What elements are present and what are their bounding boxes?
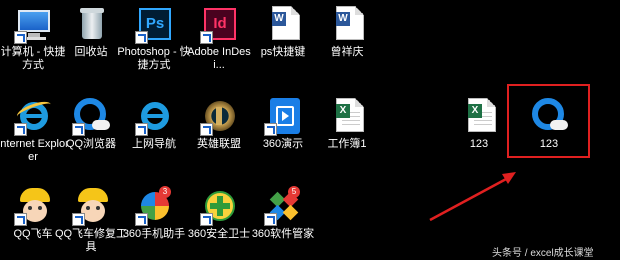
watermark: 头条号 / excel成长课堂 (492, 248, 594, 259)
annotation-arrow-icon (429, 172, 516, 222)
desktop: 计算机 - 快捷方式 回收站 Ps Photoshop - 快捷方式 Id Ad… (0, 0, 620, 260)
